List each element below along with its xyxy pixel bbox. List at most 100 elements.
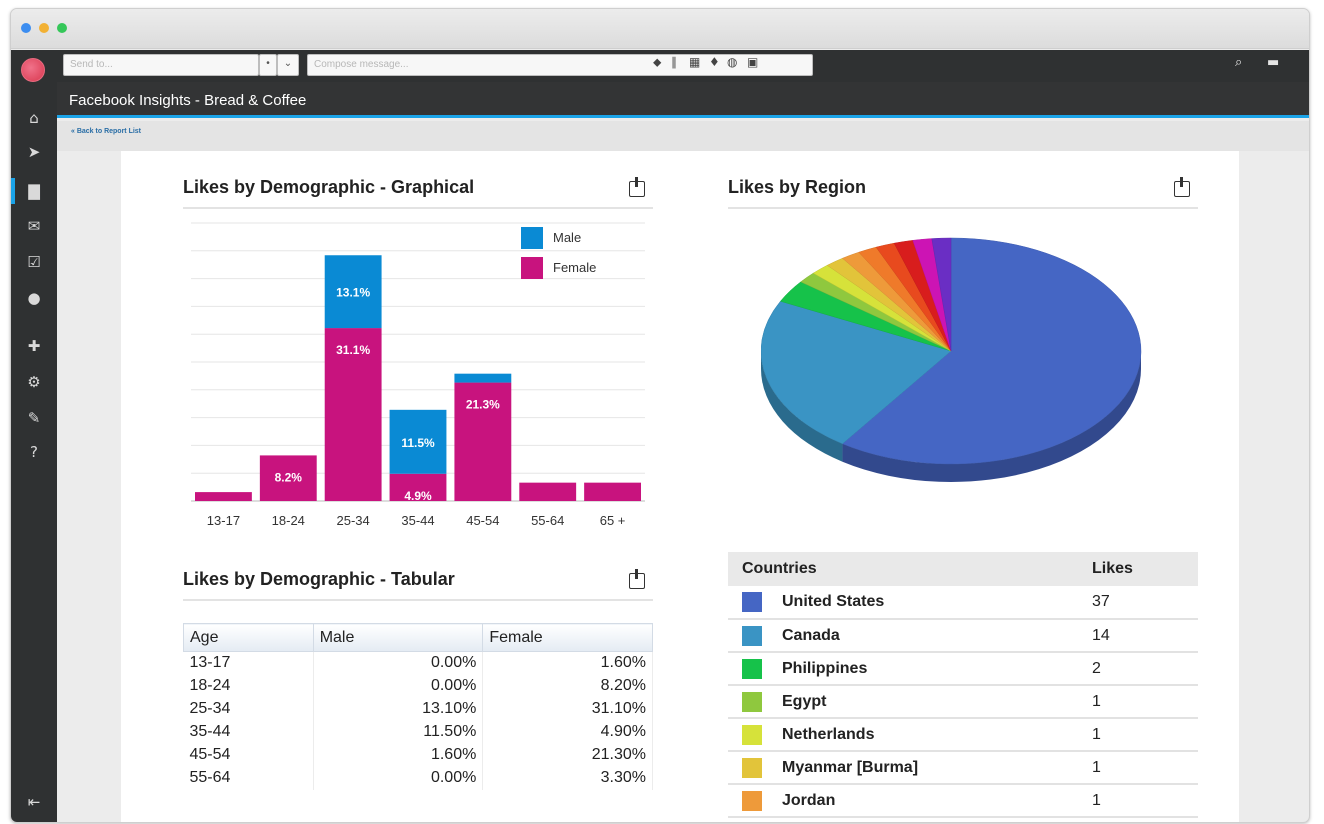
age-cell: 13-17	[183, 651, 314, 675]
export-region-icon[interactable]	[1174, 177, 1190, 197]
analytics-icon[interactable]: ▇	[11, 181, 57, 201]
x-tick-label: 45-54	[466, 513, 499, 528]
likes-cell: 1	[1078, 718, 1198, 752]
age-cell: 25-34	[183, 697, 314, 721]
app-logo[interactable]	[21, 58, 45, 82]
tag-icon[interactable]: ⬥	[653, 55, 661, 70]
table-row: Myanmar [Burma] 1	[728, 751, 1198, 785]
country-cell: Myanmar [Burma]	[768, 751, 1078, 785]
tasks-icon[interactable]: ☑	[11, 252, 57, 272]
demographic-bar-chart: 13-17 8.2% 18-24 31.1% 13.1% 25-34 4.9% 11.5% 35…	[191, 222, 645, 528]
male-cell: 11.50%	[313, 720, 484, 744]
window-close-button[interactable]	[21, 23, 31, 33]
attach-icon[interactable]: ∥	[671, 55, 677, 69]
back-to-report-list-link[interactable]: « Back to Report List	[71, 128, 141, 135]
messages-icon[interactable]: ✉	[11, 216, 57, 236]
sub-navigation: « Back to Report List	[57, 121, 1309, 151]
app-window: ⌂ ➤ ▇ ✉ ☑ ● ✚ ⚙ ✎ ? ⇤ Send to... • ⌄ Com…	[10, 8, 1310, 823]
home-icon[interactable]: ⌂	[11, 108, 57, 128]
dropdown-button[interactable]: ⌄	[277, 54, 299, 76]
x-tick-label: 35-44	[401, 513, 434, 528]
age-cell: 45-54	[183, 743, 314, 767]
table-row: 35-44 11.50% 4.90%	[183, 720, 653, 744]
female-cell: 1.60%	[482, 651, 653, 675]
legend-label-female: Female	[553, 260, 596, 275]
export-demographic-table-icon[interactable]	[629, 569, 645, 589]
color-swatch	[742, 658, 762, 679]
color-swatch-cell	[728, 784, 768, 818]
region-title: Likes by Region	[728, 177, 867, 197]
female-cell: 4.90%	[482, 720, 653, 744]
help-icon[interactable]: ?	[11, 442, 57, 462]
color-swatch	[742, 625, 762, 646]
data-label-male: 13.1%	[336, 286, 370, 300]
send-icon[interactable]: ➤	[11, 142, 57, 162]
settings-icon[interactable]: ⚙	[11, 372, 57, 392]
age-cell: 55-64	[183, 766, 314, 790]
divider	[728, 207, 1198, 209]
table-row: 18-24 0.00% 8.20%	[183, 674, 653, 698]
user-icon[interactable]: ●	[11, 288, 57, 308]
window-minimize-button[interactable]	[39, 23, 49, 33]
age-cell: 35-44	[183, 720, 314, 744]
demographic-table-title: Likes by Demographic - Tabular	[183, 569, 455, 589]
profile-picker-button[interactable]: •	[259, 54, 277, 76]
divider	[183, 599, 653, 601]
bar-female-65 +[interactable]	[584, 482, 641, 501]
column-header-female[interactable]: Female	[482, 623, 653, 652]
male-cell: 13.10%	[313, 697, 484, 721]
data-label-female: 8.2%	[275, 470, 303, 484]
lock-icon[interactable]: ▣	[747, 55, 758, 69]
bar-female-55-64[interactable]	[519, 482, 577, 501]
likes-cell: 2	[1078, 652, 1198, 686]
likes-cell: 1	[1078, 784, 1198, 818]
color-swatch	[742, 691, 762, 712]
page-header: Facebook Insights - Bread & Coffee	[57, 82, 1309, 118]
globe-icon[interactable]: ◍	[727, 55, 737, 69]
color-swatch-cell	[728, 751, 768, 785]
window-zoom-button[interactable]	[57, 23, 67, 33]
legend-swatch-male	[521, 227, 543, 249]
plugins-icon[interactable]: ✚	[11, 336, 57, 356]
tools-icon[interactable]: ✎	[11, 408, 57, 428]
column-header-male[interactable]: Male	[312, 623, 484, 652]
bar-female-13-17[interactable]	[195, 492, 252, 501]
send-to-field[interactable]: Send to...	[63, 54, 259, 76]
data-label-female: 21.3%	[466, 398, 500, 412]
color-swatch-cell	[728, 619, 768, 653]
x-tick-label: 55-64	[531, 513, 564, 528]
legend-label-male: Male	[553, 230, 581, 245]
x-tick-label: 65 +	[600, 513, 626, 528]
column-header-age[interactable]: Age	[183, 623, 314, 652]
data-label-male: 11.5%	[401, 436, 435, 450]
x-tick-label: 13-17	[207, 513, 240, 528]
male-cell: 1.60%	[313, 743, 484, 767]
color-swatch	[742, 757, 762, 778]
region-table: Countries Likes United States 37 Canada 14 P…	[728, 552, 1198, 818]
column-header-likes[interactable]: Likes	[1078, 552, 1198, 586]
likes-cell: 14	[1078, 619, 1198, 653]
page-title: Facebook Insights - Bread & Coffee	[69, 92, 307, 109]
report-content: Likes by Demographic - Graphical 13-17 8.…	[121, 151, 1239, 822]
divider	[183, 207, 653, 209]
bar-male-45-54[interactable]	[454, 373, 512, 383]
location-icon[interactable]: ♦	[709, 55, 720, 69]
data-label-female: 4.9%	[404, 489, 432, 503]
table-row: Canada 14	[728, 619, 1198, 653]
x-tick-label: 18-24	[272, 513, 305, 528]
chat-icon[interactable]: ▬	[1267, 55, 1279, 70]
country-cell: Canada	[768, 619, 1078, 653]
demographic-graph-title: Likes by Demographic - Graphical	[183, 177, 475, 197]
color-swatch	[742, 790, 762, 811]
country-cell: Netherlands	[768, 718, 1078, 752]
search-icon[interactable]: ⌕	[1235, 55, 1242, 70]
table-row: United States 37	[728, 586, 1198, 620]
table-row: Netherlands 1	[728, 718, 1198, 752]
export-demographic-graph-icon[interactable]	[629, 177, 645, 197]
country-cell: United States	[768, 586, 1078, 620]
column-header-countries[interactable]: Countries	[728, 552, 1078, 586]
calendar-icon[interactable]: ▦	[689, 55, 700, 69]
color-swatch-cell	[728, 718, 768, 752]
color-swatch-cell	[728, 652, 768, 686]
logout-icon[interactable]: ⇤	[11, 792, 57, 812]
